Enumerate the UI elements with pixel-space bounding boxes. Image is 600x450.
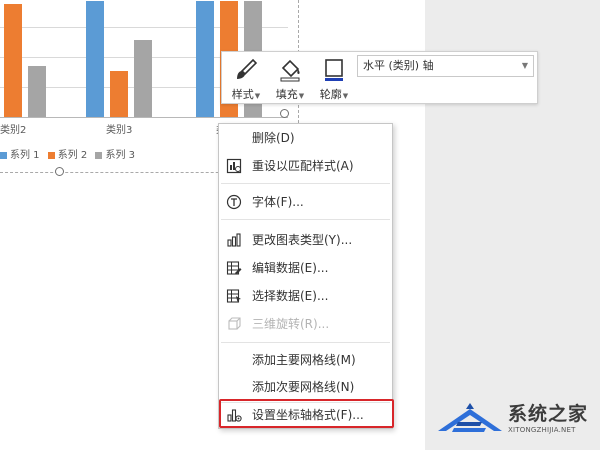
- edit-data-icon: [226, 261, 242, 275]
- chart-mini-toolbar: 样式▼ 填充▼ 轮廓▼ 水平 (类别) 轴 ▼: [221, 51, 538, 104]
- chart-bar[interactable]: [110, 71, 128, 118]
- menu-item-font[interactable]: 字体(F)...: [219, 190, 392, 214]
- chevron-down-icon: ▼: [298, 92, 305, 100]
- menu-item-label: 编辑数据(E)...: [252, 261, 329, 275]
- legend-item: 系列 3: [95, 146, 135, 161]
- legend-label: 系列 3: [105, 150, 136, 161]
- style-button[interactable]: 样式▼: [224, 54, 268, 102]
- chart-bar[interactable]: [4, 4, 22, 118]
- legend-label: 系列 2: [57, 150, 88, 161]
- fill-button[interactable]: 填充▼: [268, 54, 312, 102]
- menu-separator: [221, 183, 390, 184]
- axis-selection-handle[interactable]: [280, 109, 289, 118]
- brush-icon: [237, 58, 258, 79]
- watermark-subtitle: XITONGZHIJIA.NET: [508, 426, 576, 434]
- chevron-down-icon: ▼: [342, 92, 349, 100]
- chart-bar[interactable]: [134, 40, 152, 118]
- fill-label: 填充: [275, 88, 298, 101]
- chart-bar[interactable]: [28, 66, 46, 118]
- chart-bar[interactable]: [86, 1, 104, 118]
- chart-element-select[interactable]: 水平 (类别) 轴 ▼: [357, 55, 534, 77]
- paint-bucket-icon: [280, 59, 300, 82]
- menu-item-reset-style[interactable]: 重设以匹配样式(A): [219, 154, 392, 178]
- site-watermark: 系统之家 XITONGZHIJIA.NET: [436, 397, 596, 441]
- chart-element-select-value: 水平 (类别) 轴: [363, 59, 434, 72]
- outline-label: 轮廓: [319, 88, 342, 101]
- menu-item-label: 更改图表类型(Y)...: [252, 233, 353, 247]
- chart-resize-handle[interactable]: [55, 167, 64, 176]
- menu-item-label: 删除(D): [252, 131, 295, 145]
- outline-button[interactable]: 轮廓▼: [312, 54, 356, 102]
- legend-item: 系列 1: [0, 146, 40, 161]
- context-menu: 删除(D) 重设以匹配样式(A) 字体(F)... 更改图表类型(Y)... 编…: [218, 123, 393, 429]
- highlight-box: [219, 399, 394, 428]
- menu-separator: [221, 219, 390, 220]
- font-icon: [226, 194, 242, 210]
- menu-item-label: 选择数据(E)...: [252, 289, 329, 303]
- menu-item-label: 添加主要网格线(M): [252, 353, 356, 367]
- legend-swatch: [95, 151, 103, 159]
- menu-item-label: 三维旋转(R)...: [252, 317, 330, 331]
- menu-item-delete[interactable]: 删除(D): [219, 126, 392, 150]
- horizontal-axis[interactable]: [0, 117, 288, 118]
- menu-item-label: 重设以匹配样式(A): [252, 159, 354, 173]
- menu-item-edit-data[interactable]: 编辑数据(E)...: [219, 256, 392, 280]
- menu-item-select-data[interactable]: 选择数据(E)...: [219, 284, 392, 308]
- chevron-down-icon: ▼: [521, 61, 528, 70]
- menu-item-label: 添加次要网格线(N): [252, 380, 355, 394]
- legend-item: 系列 2: [47, 146, 88, 161]
- legend-swatch: [47, 151, 55, 159]
- chevron-down-icon: ▼: [254, 92, 261, 100]
- menu-item-add-major-gridlines[interactable]: 添加主要网格线(M): [219, 348, 392, 372]
- select-data-icon: [226, 289, 241, 303]
- menu-item-change-chart-type[interactable]: 更改图表类型(Y)...: [219, 228, 392, 252]
- site-logo-icon: [438, 403, 502, 432]
- outline-icon: [325, 59, 343, 81]
- menu-separator: [221, 342, 390, 343]
- watermark-title: 系统之家: [508, 403, 589, 425]
- menu-item-add-minor-gridlines[interactable]: 添加次要网格线(N): [219, 375, 392, 399]
- category-label: 类别3: [106, 125, 133, 136]
- legend-label: 系列 1: [10, 150, 40, 161]
- reset-style-icon: [226, 158, 242, 174]
- style-label: 样式: [231, 88, 254, 101]
- menu-item-label: 字体(F)...: [252, 195, 304, 209]
- chart-legend[interactable]: 系列 1 系列 2 系列 3: [0, 146, 140, 161]
- menu-item-3d-rotation: 三维旋转(R)...: [219, 312, 392, 336]
- chart-type-icon: [227, 233, 241, 247]
- category-label: 类别2: [0, 125, 27, 136]
- 3d-rotate-icon: [228, 317, 241, 330]
- legend-swatch: [0, 151, 7, 159]
- chart-bar[interactable]: [196, 1, 214, 118]
